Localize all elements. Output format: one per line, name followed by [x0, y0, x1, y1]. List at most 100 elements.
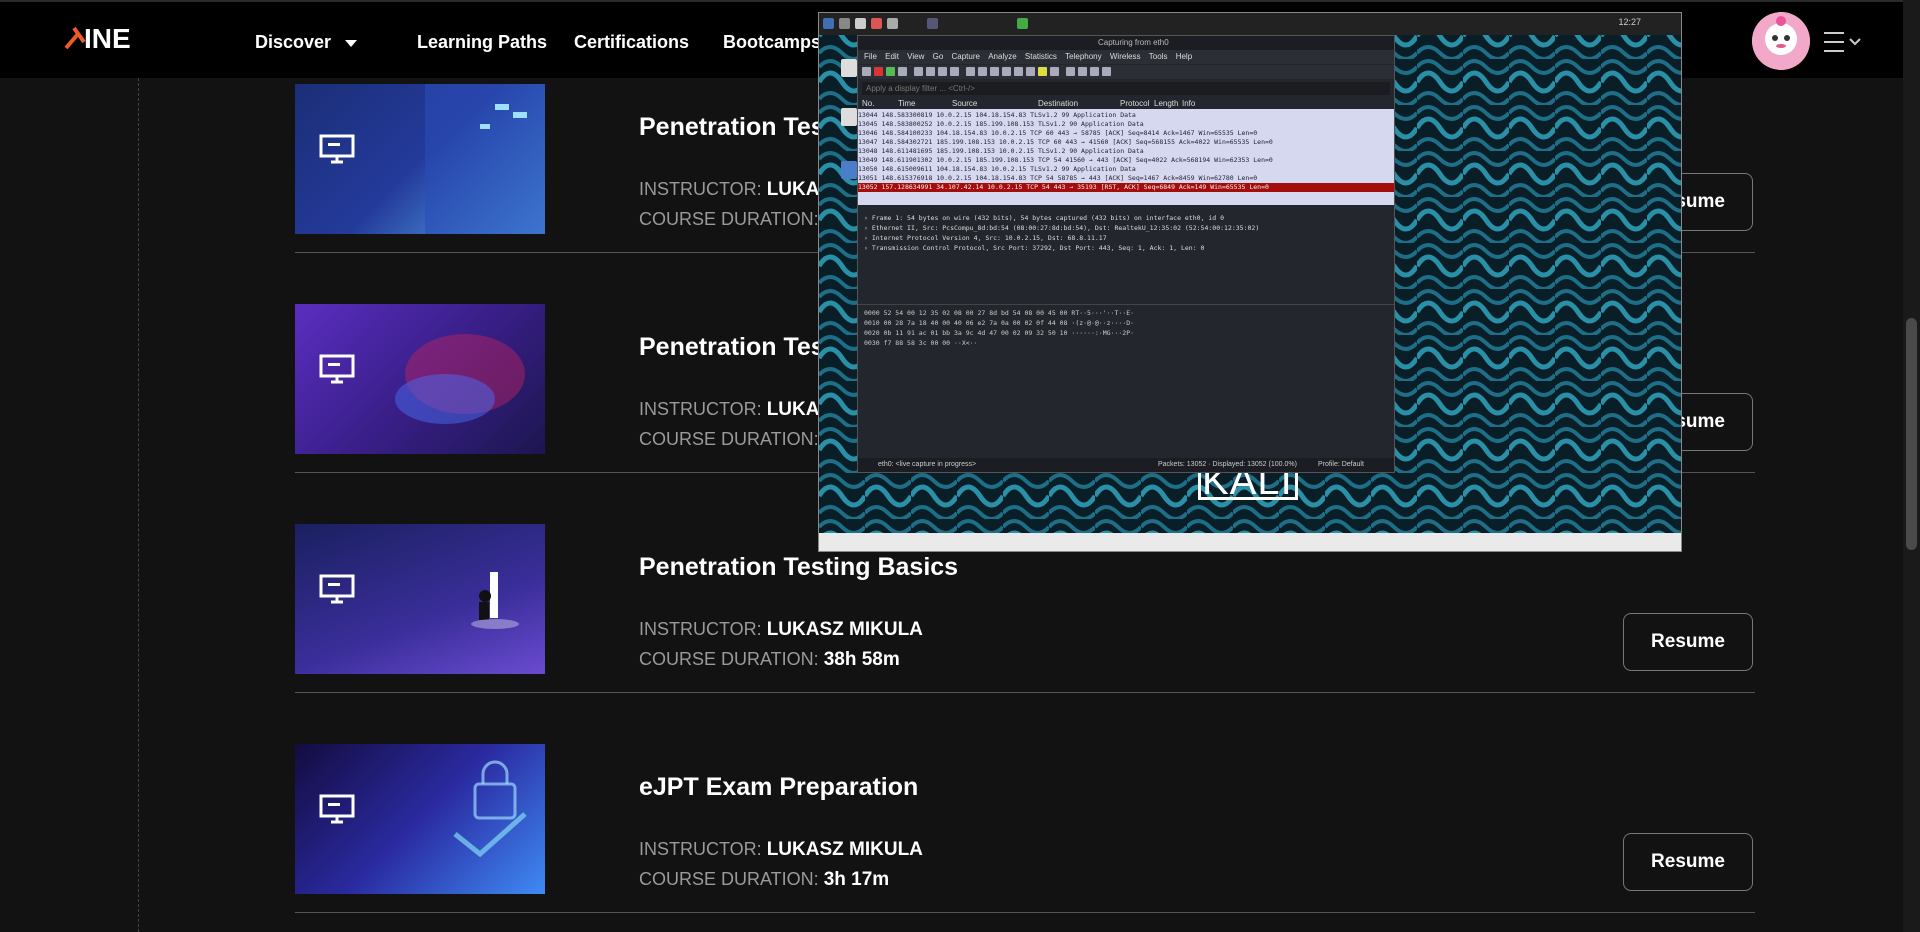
go-back-icon[interactable] — [978, 67, 987, 76]
vm-clock: 12:27 — [1618, 17, 1641, 27]
status-packets: Packets: 13052 · Displayed: 13052 (100.0… — [1158, 461, 1297, 468]
taskbar-app-icon[interactable] — [887, 18, 898, 29]
vm-statusbar — [819, 533, 1681, 551]
hex-line: 0030 f7 88 58 3c 00 00 ··X<·· — [864, 339, 978, 347]
packet-row[interactable]: 13050 148.615009611 104.18.154.83 10.0.2… — [858, 165, 1394, 174]
monitor-icon — [319, 574, 355, 604]
menu-wireless[interactable]: Wireless — [1110, 52, 1141, 61]
duration-label: COURSE DURATION: — [639, 429, 819, 449]
packet-row[interactable]: 13044 148.583300819 10.0.2.15 104.18.154… — [858, 111, 1394, 120]
course-title[interactable]: eJPT Exam Preparation — [639, 773, 918, 802]
col-source[interactable]: Source — [952, 99, 977, 108]
col-length[interactable]: Length — [1154, 99, 1178, 108]
menu-file[interactable]: File — [864, 52, 877, 61]
detail-ip[interactable]: › Internet Protocol Version 4, Src: 10.0… — [864, 234, 1107, 242]
resume-button[interactable]: Resume — [1623, 833, 1753, 891]
col-destination[interactable]: Destination — [1038, 99, 1078, 108]
zoom-in-icon[interactable] — [1066, 67, 1075, 76]
course-instructor: INSTRUCTOR: LUKASZ MIKULA — [639, 839, 923, 861]
trash-icon[interactable] — [841, 59, 857, 77]
taskbar-app-icon[interactable] — [871, 18, 882, 29]
menu-icon[interactable] — [1822, 28, 1862, 56]
vm-window[interactable]: 12:27 KALI Capturing from eth0 File Edit… — [818, 12, 1682, 552]
course-thumbnail[interactable] — [295, 304, 545, 454]
col-info[interactable]: Info — [1182, 99, 1195, 108]
go-forward-icon[interactable] — [990, 67, 999, 76]
colorize-icon[interactable] — [1050, 67, 1059, 76]
instructor-name: LUKASZ MIKULA — [766, 839, 923, 860]
instructor-label: INSTRUCTOR: — [639, 619, 762, 639]
taskbar-app-icon[interactable] — [855, 18, 866, 29]
menu-analyze[interactable]: Analyze — [988, 52, 1016, 61]
normal-size-icon[interactable] — [1090, 67, 1099, 76]
wireshark-task-icon[interactable] — [1017, 18, 1028, 29]
packet-row[interactable]: 13046 148.584100233 104.18.154.83 10.0.2… — [858, 129, 1394, 138]
svg-text:INE: INE — [84, 23, 131, 54]
col-protocol[interactable]: Protocol — [1120, 99, 1149, 108]
scrollbar-thumb[interactable] — [1906, 318, 1917, 550]
capture-options-icon[interactable] — [898, 67, 907, 76]
packet-list-header: No. Time Source Destination Protocol Len… — [858, 98, 1394, 109]
resume-button[interactable]: Resume — [1623, 613, 1753, 671]
packet-row[interactable]: 13049 148.611901302 10.0.2.15 185.199.10… — [858, 156, 1394, 165]
reload-icon[interactable] — [950, 67, 959, 76]
open-file-icon[interactable] — [914, 67, 923, 76]
restart-capture-icon[interactable] — [886, 67, 895, 76]
menu-telephony[interactable]: Telephony — [1065, 52, 1101, 61]
zoom-out-icon[interactable] — [1078, 67, 1087, 76]
ine-logo[interactable]: INE — [60, 18, 170, 58]
menu-help[interactable]: Help — [1176, 52, 1192, 61]
menu-edit[interactable]: Edit — [885, 52, 899, 61]
course-thumbnail[interactable] — [295, 524, 545, 674]
detail-ethernet[interactable]: › Ethernet II, Src: PcsCompu_8d:bd:54 (0… — [864, 224, 1259, 232]
packet-row-selected[interactable]: 13052 157.128634991 34.107.42.14 10.0.2.… — [858, 183, 1394, 192]
hex-line: 0010 00 28 7a 18 40 00 40 06 e2 7a 0a 00… — [864, 319, 1135, 327]
find-packet-icon[interactable] — [966, 67, 975, 76]
kali-menu-icon[interactable] — [823, 18, 834, 29]
course-thumbnail[interactable] — [295, 84, 545, 234]
workspace-indicator[interactable] — [927, 18, 938, 29]
first-packet-icon[interactable] — [1014, 67, 1023, 76]
close-file-icon[interactable] — [938, 67, 947, 76]
course-title[interactable]: Penetration Testing Basics — [639, 553, 958, 582]
menu-capture[interactable]: Capture — [952, 52, 980, 61]
menu-view[interactable]: View — [907, 52, 924, 61]
detail-tcp[interactable]: › Transmission Control Protocol, Src Por… — [864, 244, 1204, 252]
go-to-packet-icon[interactable] — [1002, 67, 1011, 76]
packet-bytes: 0000 52 54 00 12 35 02 08 00 27 8d bd 54… — [858, 304, 1394, 455]
detail-frame[interactable]: › Frame 1: 54 bytes on wire (432 bits), … — [864, 214, 1224, 222]
packet-row[interactable]: 13045 148.583800252 10.0.2.15 185.199.10… — [858, 120, 1394, 129]
menu-go[interactable]: Go — [933, 52, 944, 61]
col-time[interactable]: Time — [898, 99, 915, 108]
timeline-divider — [138, 78, 139, 932]
wireshark-window[interactable]: Capturing from eth0 File Edit View Go Ca… — [857, 35, 1395, 473]
duration-value: 38h 58m — [823, 649, 900, 670]
menu-statistics[interactable]: Statistics — [1025, 52, 1057, 61]
stop-capture-icon[interactable] — [874, 67, 883, 76]
last-packet-icon[interactable] — [1026, 67, 1035, 76]
packet-row[interactable]: 13047 148.584302721 185.199.108.153 10.0… — [858, 138, 1394, 147]
duration-label: COURSE DURATION: — [639, 649, 819, 669]
start-capture-icon[interactable] — [862, 67, 871, 76]
home-folder-icon[interactable] — [841, 161, 857, 179]
packet-row[interactable]: 13048 148.611481695 185.199.108.153 10.0… — [858, 147, 1394, 156]
filesystem-icon[interactable] — [841, 108, 857, 126]
packet-row[interactable]: 13051 148.615376918 10.0.2.15 104.18.154… — [858, 174, 1394, 183]
instructor-name: LUKASZ MIKULA — [766, 619, 923, 640]
wireshark-titlebar[interactable]: Capturing from eth0 — [858, 36, 1394, 50]
course-thumbnail[interactable] — [295, 744, 545, 894]
wireshark-toolbar — [858, 65, 1394, 79]
status-profile[interactable]: Profile: Default — [1318, 461, 1364, 468]
save-file-icon[interactable] — [926, 67, 935, 76]
vm-taskbar: 12:27 — [819, 13, 1681, 35]
col-no[interactable]: No. — [862, 99, 874, 108]
course-instructor: INSTRUCTOR: LUKASZ MIKULA — [639, 619, 923, 641]
taskbar-app-icon[interactable] — [839, 18, 850, 29]
menu-tools[interactable]: Tools — [1149, 52, 1168, 61]
avatar[interactable] — [1752, 12, 1810, 70]
packet-list: 13044 148.583300819 10.0.2.15 104.18.154… — [858, 109, 1394, 205]
display-filter-input[interactable]: Apply a display filter ... <Ctrl-/> — [862, 82, 1390, 95]
course-duration: COURSE DURATION: 38h 58m — [639, 649, 900, 671]
resize-columns-icon[interactable] — [1102, 67, 1111, 76]
autoscroll-icon[interactable] — [1038, 67, 1047, 76]
